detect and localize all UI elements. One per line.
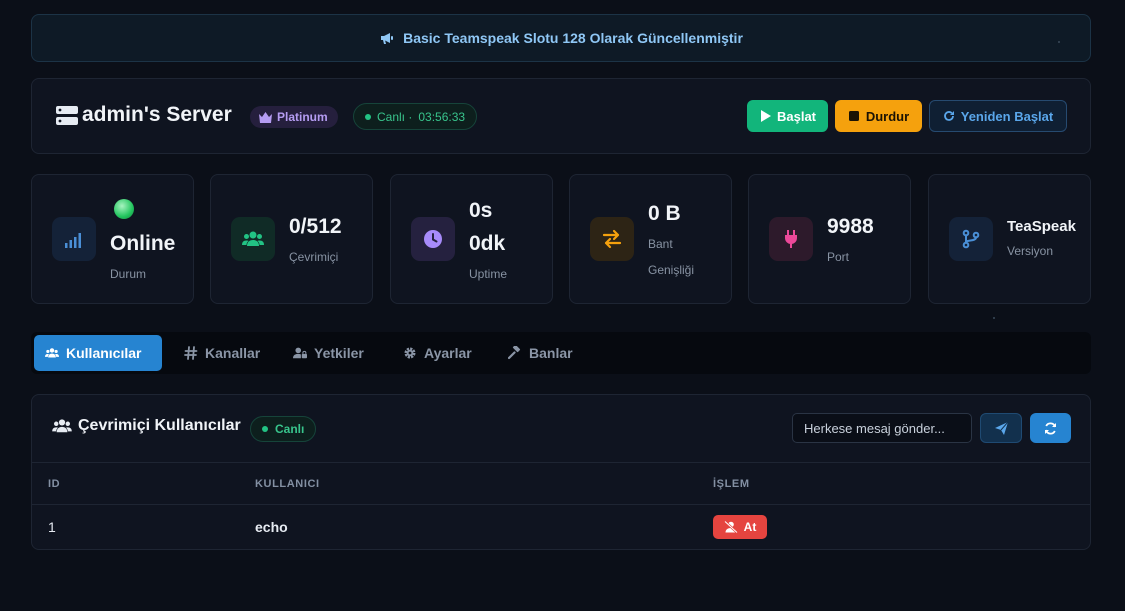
tab-label: Banlar xyxy=(529,345,573,361)
refresh-button[interactable] xyxy=(1030,413,1071,443)
start-button-label: Başlat xyxy=(776,108,817,124)
plan-badge: Platinum xyxy=(250,106,338,128)
users-icon xyxy=(242,231,264,246)
online-users-card: Çevrimiçi Kullanıcılar Canlı ID KULLANIC… xyxy=(31,394,1091,550)
stop-button[interactable]: Durdur xyxy=(835,100,922,132)
tab-bans[interactable]: Banlar xyxy=(497,335,584,371)
crown-icon xyxy=(259,111,272,123)
tab-bar: Kullanıcılar Kanallar Yetkiler Ayarlar B… xyxy=(31,332,1091,374)
stat-card-uptime: 0s 0dk Uptime xyxy=(390,174,553,304)
tab-label: Kanallar xyxy=(205,345,261,361)
signal-icon xyxy=(65,233,81,248)
table-row: 1 echo At xyxy=(32,505,1090,549)
live-status-badge: Canlı · 03:56:33 xyxy=(353,103,478,130)
stat-card-online: 0/512 Çevrimiçi xyxy=(210,174,373,304)
stat-icon-box xyxy=(231,217,275,261)
decorative-dot xyxy=(993,317,995,319)
live-time: 03:56:33 xyxy=(418,109,466,124)
users-icon xyxy=(52,419,72,433)
hash-icon xyxy=(184,346,198,360)
tab-users[interactable]: Kullanıcılar xyxy=(34,335,162,371)
start-button[interactable]: Başlat xyxy=(747,100,828,132)
tab-channels[interactable]: Kanallar xyxy=(173,335,271,371)
plan-badge-label: Platinum xyxy=(277,110,328,124)
restart-button[interactable]: Yeniden Başlat xyxy=(929,100,1067,132)
stat-label-line1: Bant xyxy=(648,237,673,251)
server-icon xyxy=(56,106,78,125)
stat-value: 0 B xyxy=(648,202,681,225)
kick-button-label: At xyxy=(743,520,757,534)
stop-button-label: Durdur xyxy=(865,108,910,124)
live-label: Canlı · xyxy=(377,109,413,124)
online-indicator-dot xyxy=(114,199,134,219)
broadcast-message-input[interactable] xyxy=(792,413,972,443)
exchange-icon xyxy=(602,229,622,249)
live-badge: Canlı xyxy=(250,416,317,442)
stat-icon-box xyxy=(769,217,813,261)
megaphone-icon xyxy=(381,33,394,44)
server-title: admin's Server xyxy=(82,103,232,126)
tab-settings[interactable]: Ayarlar xyxy=(392,335,483,371)
stat-card-version: TeaSpeak Versiyon xyxy=(928,174,1091,304)
stat-icon-box xyxy=(52,217,96,261)
stat-value-line1: 0s xyxy=(469,199,493,222)
stat-label: Çevrimiçi xyxy=(289,250,339,264)
users-icon xyxy=(45,348,59,358)
gear-icon xyxy=(404,347,416,359)
cell-id: 1 xyxy=(48,519,56,535)
gavel-icon xyxy=(508,346,521,360)
stat-card-status: Online Durum xyxy=(31,174,194,304)
redo-icon xyxy=(943,111,954,121)
announcement-banner: Basic Teamspeak Slotu 128 Olarak Güncell… xyxy=(31,14,1091,62)
stat-value-line2: 0dk xyxy=(469,232,506,255)
stat-icon-box xyxy=(411,217,455,261)
clock-icon xyxy=(424,230,442,248)
online-users-title: Çevrimiçi Kullanıcılar xyxy=(78,417,241,434)
paper-plane-icon xyxy=(994,421,1008,435)
live-dot-icon xyxy=(365,113,371,120)
stat-card-bandwidth: 0 B Bant Genişliği xyxy=(569,174,732,304)
tab-label: Ayarlar xyxy=(424,345,472,361)
stat-card-port: 9988 Port xyxy=(748,174,911,304)
restart-button-label: Yeniden Başlat xyxy=(960,108,1054,124)
tab-permissions[interactable]: Yetkiler xyxy=(282,335,375,371)
kick-user-button[interactable]: At xyxy=(713,515,767,539)
stat-value: Online xyxy=(110,232,176,255)
stat-label: Port xyxy=(827,250,850,264)
tab-label: Yetkiler xyxy=(314,345,364,361)
cell-user: echo xyxy=(255,519,288,535)
announcement-text: Basic Teamspeak Slotu 128 Olarak Güncell… xyxy=(403,30,743,46)
stat-label: Durum xyxy=(110,267,147,281)
refresh-icon xyxy=(1045,421,1056,435)
user-lock-icon xyxy=(293,347,307,359)
stat-label: Uptime xyxy=(469,267,508,281)
code-branch-icon xyxy=(962,229,980,249)
stat-label: Versiyon xyxy=(1007,244,1054,258)
stat-value: 9988 xyxy=(827,215,874,238)
online-users-heading: Çevrimiçi Kullanıcılar xyxy=(52,417,241,435)
server-header-card: admin's Server Platinum Canlı · 03:56:33… xyxy=(31,78,1091,154)
send-message-button[interactable] xyxy=(980,413,1022,443)
stop-icon xyxy=(848,111,859,121)
column-header-id: ID xyxy=(48,478,61,490)
stat-icon-box xyxy=(949,217,993,261)
play-icon xyxy=(760,110,771,122)
user-slash-icon xyxy=(723,521,738,533)
stat-value: 0/512 xyxy=(289,215,342,238)
live-dot-icon xyxy=(262,426,268,432)
column-header-user: KULLANICI xyxy=(255,478,320,490)
stat-label-line2: Genişliği xyxy=(648,263,695,277)
stat-icon-box xyxy=(590,217,634,261)
decorative-dot xyxy=(1058,41,1060,43)
column-header-action: İŞLEM xyxy=(713,478,750,490)
tab-label: Kullanıcılar xyxy=(66,345,142,361)
table-header: ID KULLANICI İŞLEM xyxy=(32,462,1090,505)
live-badge-label: Canlı xyxy=(275,422,305,436)
plug-icon xyxy=(785,230,797,248)
